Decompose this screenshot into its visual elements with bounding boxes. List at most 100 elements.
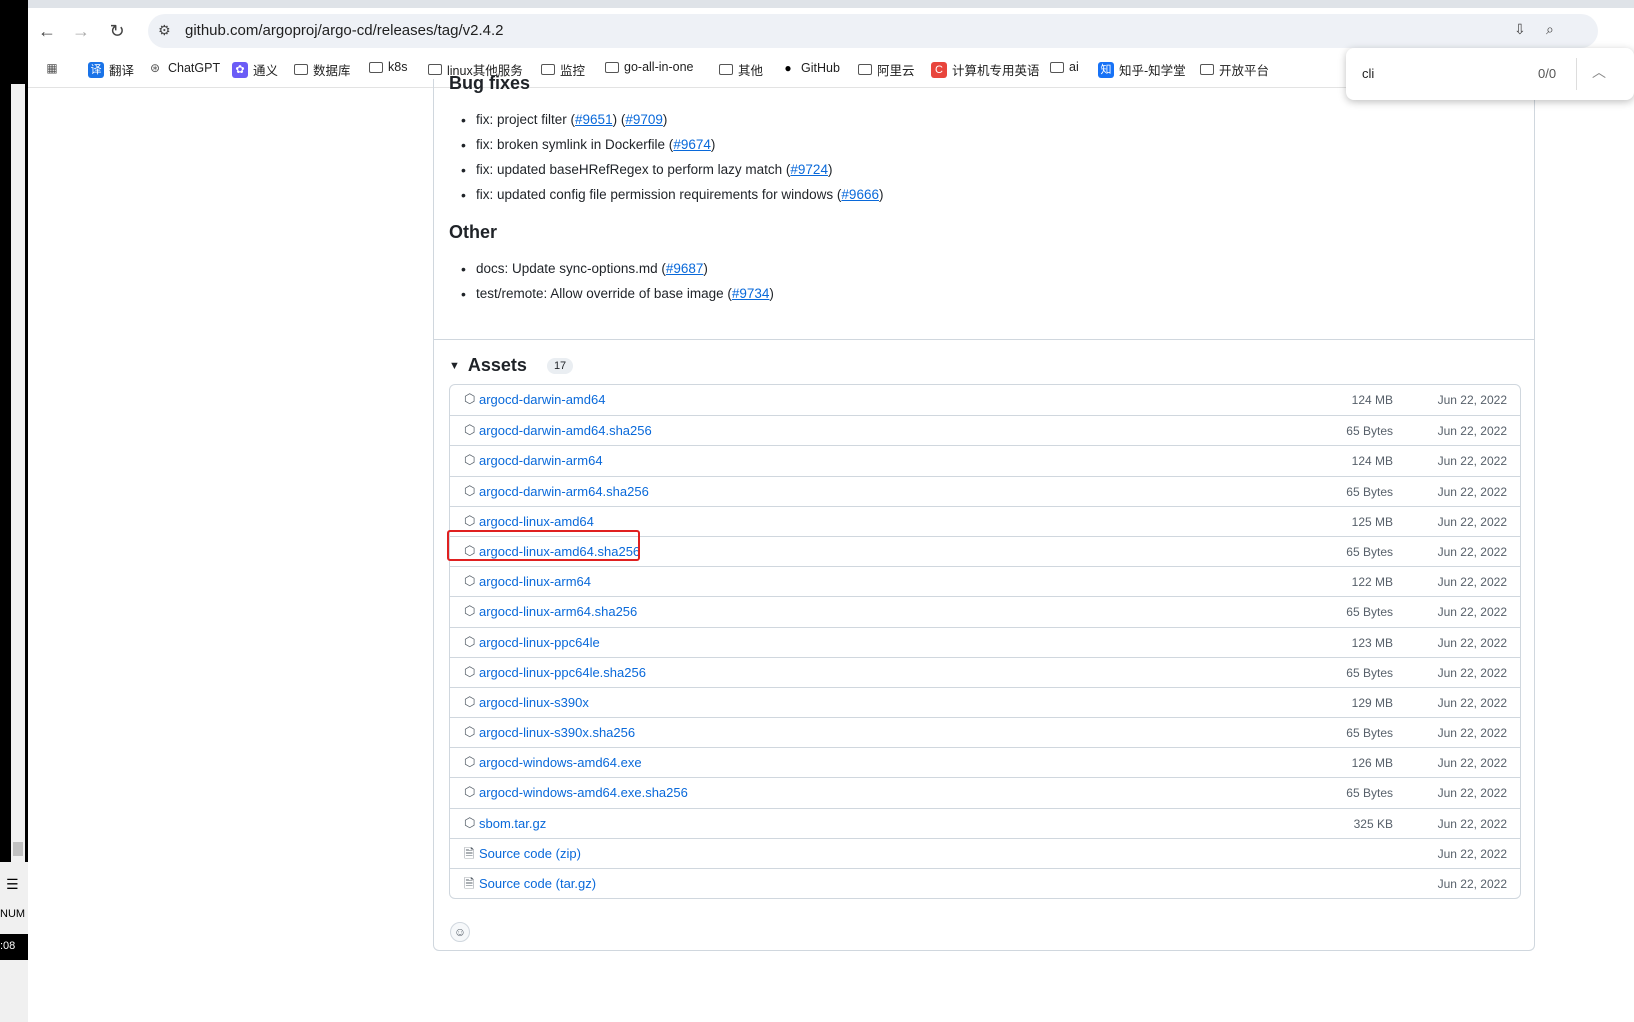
asset-size: 124 MB bbox=[1351, 393, 1393, 407]
asset-link[interactable]: argocd-linux-s390x bbox=[479, 695, 589, 710]
asset-row: ⬡ sbom.tar.gz 325 KB Jun 22, 2022 bbox=[450, 807, 1520, 838]
bookmark-open-platform[interactable]: 开放平台 bbox=[1200, 60, 1269, 79]
asset-size: 65 Bytes bbox=[1346, 424, 1393, 439]
asset-row: ⬡ argocd-darwin-arm64 124 MB Jun 22, 2022 bbox=[450, 445, 1520, 475]
url-text[interactable]: github.com/argoproj/argo-cd/releases/tag… bbox=[185, 22, 504, 39]
scrollbar-thumb[interactable] bbox=[13, 842, 23, 856]
adjacent-scrollbar[interactable] bbox=[11, 84, 25, 864]
assets-heading: Assets bbox=[467, 355, 527, 375]
asset-size: 124 MB bbox=[1351, 454, 1393, 469]
asset-date: Jun 22, 2022 bbox=[1437, 484, 1507, 499]
section-divider bbox=[434, 339, 1534, 340]
asset-link[interactable]: argocd-windows-amd64.exe.sha256 bbox=[479, 785, 688, 800]
pr-link[interactable]: #9687 bbox=[666, 261, 704, 276]
bookmark-zhihu[interactable]: 知知乎-知学堂 bbox=[1098, 60, 1186, 79]
asset-date: Jun 22, 2022 bbox=[1437, 424, 1507, 439]
bookmark-ai[interactable]: ai bbox=[1050, 60, 1079, 74]
pr-link[interactable]: #9709 bbox=[625, 112, 663, 127]
address-bar[interactable]: ⚙ github.com/argoproj/argo-cd/releases/t… bbox=[148, 14, 1598, 48]
find-in-page-icon[interactable]: ⌕ bbox=[1546, 21, 1554, 38]
asset-link[interactable]: sbom.tar.gz bbox=[479, 816, 546, 831]
navigation-row: ← → ↻ ⚙ github.com/argoproj/argo-cd/rele… bbox=[28, 12, 1634, 50]
asset-link[interactable]: argocd-linux-arm64 bbox=[479, 574, 591, 589]
asset-row: ⬡ argocd-linux-ppc64le.sha256 65 Bytes Jun … bbox=[450, 656, 1520, 687]
install-app-icon[interactable]: ⇩ bbox=[1514, 21, 1526, 38]
asset-row: ⬡ argocd-linux-arm64 122 MB Jun 22, 2022 bbox=[450, 566, 1520, 596]
asset-size: 126 MB bbox=[1351, 756, 1393, 771]
list-item: test/remote: Allow override of base imag… bbox=[461, 284, 774, 309]
pr-link[interactable]: #9666 bbox=[841, 187, 879, 202]
bookmark-translate[interactable]: 译翻译 bbox=[88, 60, 134, 79]
bug-fixes-heading: Bug fixes bbox=[449, 73, 531, 93]
asset-date: Jun 22, 2022 bbox=[1437, 756, 1507, 771]
back-icon[interactable]: ← bbox=[34, 18, 60, 44]
bookmark-k8s[interactable]: k8s bbox=[369, 60, 407, 74]
asset-size: 125 MB bbox=[1351, 514, 1393, 529]
clock-fragment: :08 bbox=[0, 934, 28, 960]
pr-link[interactable]: #9724 bbox=[790, 162, 828, 177]
package-icon: ⬡ bbox=[464, 573, 476, 589]
asset-date: Jun 22, 2022 bbox=[1437, 877, 1507, 891]
asset-row: 🗎 Source code (zip) Jun 22, 2022 bbox=[450, 837, 1520, 868]
hamburger-icon[interactable]: ☰ bbox=[6, 876, 19, 893]
pr-link[interactable]: #9674 bbox=[673, 137, 711, 152]
apps-grid-icon[interactable]: ▦ bbox=[44, 60, 60, 76]
asset-row: ⬡ argocd-linux-arm64.sha256 65 Bytes Jun 22… bbox=[450, 596, 1520, 626]
asset-date: Jun 22, 2022 bbox=[1437, 544, 1507, 559]
asset-link[interactable]: argocd-linux-ppc64le bbox=[479, 635, 600, 650]
assets-toggle[interactable]: ▼ Assets 17 bbox=[449, 355, 574, 376]
asset-date: Jun 22, 2022 bbox=[1437, 635, 1507, 650]
package-icon: ⬡ bbox=[464, 814, 476, 830]
caret-down-icon: ▼ bbox=[449, 359, 460, 372]
asset-size: 129 MB bbox=[1351, 695, 1393, 710]
asset-link[interactable]: argocd-darwin-amd64 bbox=[479, 392, 605, 407]
asset-size: 123 MB bbox=[1351, 635, 1393, 650]
translate-icon: 译 bbox=[88, 61, 104, 78]
asset-date: Jun 22, 2022 bbox=[1437, 816, 1507, 831]
asset-link[interactable]: argocd-linux-arm64.sha256 bbox=[479, 604, 637, 619]
asset-link[interactable]: argocd-darwin-amd64.sha256 bbox=[479, 423, 652, 438]
bookmark-aliyun[interactable]: 阿里云 bbox=[858, 60, 915, 79]
asset-link[interactable]: Source code (tar.gz) bbox=[479, 876, 596, 891]
bookmark-github[interactable]: ● GitHub bbox=[780, 60, 840, 76]
other-list: docs: Update sync-options.md (#9687) tes… bbox=[461, 259, 774, 309]
asset-size: 65 Bytes bbox=[1346, 544, 1393, 559]
pr-link[interactable]: #9734 bbox=[732, 286, 770, 301]
package-icon: ⬡ bbox=[464, 391, 476, 406]
bookmark-cs-english[interactable]: C 计算机专用英语 bbox=[931, 60, 1040, 79]
asset-link[interactable]: argocd-linux-s390x.sha256 bbox=[479, 725, 635, 740]
package-icon: ⬡ bbox=[464, 422, 476, 438]
reload-icon[interactable]: ↻ bbox=[104, 18, 130, 44]
asset-link[interactable]: argocd-darwin-arm64.sha256 bbox=[479, 484, 649, 499]
asset-row: ⬡ argocd-linux-s390x 129 MB Jun 22, 2022 bbox=[450, 686, 1520, 717]
package-icon: ⬡ bbox=[464, 784, 476, 800]
bookmark-tongyi[interactable]: ✿ 通义 bbox=[232, 60, 278, 79]
site-info-icon[interactable]: ⚙ bbox=[158, 22, 171, 39]
asset-link[interactable]: argocd-darwin-arm64 bbox=[479, 453, 603, 468]
list-item: fix: updated baseHRefRegex to perform la… bbox=[461, 160, 883, 185]
bookmark-chatgpt[interactable]: ⊛ ChatGPT bbox=[147, 60, 220, 76]
add-reaction-icon[interactable]: ☺ bbox=[450, 922, 470, 942]
bookmark-go-all-in-one[interactable]: go-all-in-one bbox=[605, 60, 693, 74]
num-indicator: NUM bbox=[0, 908, 26, 920]
asset-date: Jun 22, 2022 bbox=[1437, 665, 1507, 680]
asset-date: Jun 22, 2022 bbox=[1437, 514, 1507, 529]
asset-link[interactable]: Source code (zip) bbox=[479, 846, 581, 861]
bookmark-monitoring[interactable]: 监控 bbox=[541, 60, 585, 79]
package-icon: ⬡ bbox=[464, 724, 476, 740]
asset-link[interactable]: argocd-linux-amd64 bbox=[479, 514, 594, 529]
find-input[interactable]: cli bbox=[1362, 66, 1374, 81]
asset-size: 325 KB bbox=[1353, 816, 1393, 831]
asset-link[interactable]: argocd-linux-ppc64le.sha256 bbox=[479, 665, 646, 680]
find-previous-icon[interactable]: ︿ bbox=[1592, 62, 1606, 82]
find-match-count: 0/0 bbox=[1538, 66, 1557, 81]
list-item: fix: broken symlink in Dockerfile (#9674… bbox=[461, 135, 883, 160]
asset-link[interactable]: argocd-windows-amd64.exe bbox=[479, 755, 642, 770]
pr-link[interactable]: #9651 bbox=[575, 112, 613, 127]
asset-row: ⬡ argocd-windows-amd64.exe 126 MB Jun 22, 2… bbox=[450, 747, 1520, 777]
asset-size: 65 Bytes bbox=[1346, 665, 1393, 680]
bookmark-other[interactable]: 其他 bbox=[719, 60, 763, 79]
forward-icon[interactable]: → bbox=[68, 18, 94, 44]
folder-icon bbox=[369, 61, 383, 73]
bookmark-database[interactable]: 数据库 bbox=[294, 60, 351, 79]
